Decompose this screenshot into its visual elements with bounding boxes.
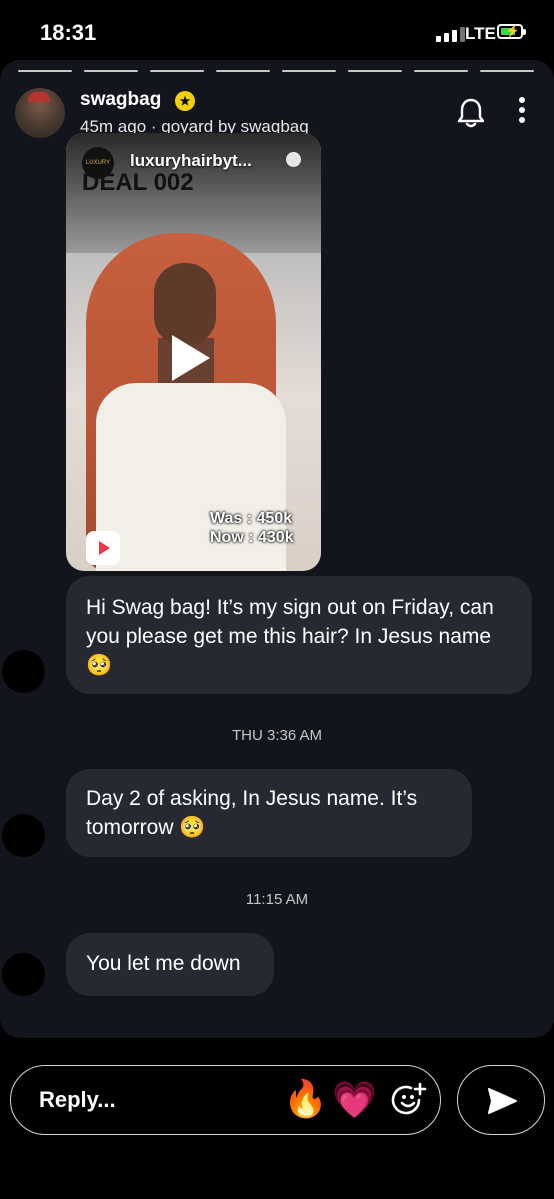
send-icon bbox=[488, 1088, 517, 1114]
play-icon[interactable] bbox=[172, 335, 210, 381]
price-now: Now : 430k bbox=[210, 529, 294, 546]
status-time: 18:31 bbox=[40, 20, 97, 45]
bell-icon[interactable] bbox=[456, 97, 486, 129]
reply-input[interactable]: Reply... 🔥 💗 bbox=[10, 1065, 441, 1135]
sender-avatar bbox=[2, 650, 45, 693]
sender-avatar bbox=[2, 814, 45, 857]
video-subject-face bbox=[154, 263, 216, 345]
price-was: Was : 450k bbox=[210, 510, 293, 527]
send-button[interactable] bbox=[457, 1065, 545, 1135]
status-bar: 18:31 LTE ⚡ bbox=[0, 0, 554, 60]
network-label: LTE bbox=[465, 24, 496, 43]
message-bubble[interactable]: Hi Swag bag! It’s my sign out on Friday,… bbox=[66, 576, 532, 694]
timestamp: 11:15 AM bbox=[245, 891, 309, 908]
fire-reaction-icon[interactable]: 🔥 bbox=[283, 1076, 328, 1122]
reel-icon[interactable] bbox=[86, 531, 120, 565]
verified-check-icon bbox=[286, 152, 301, 167]
story-progress-bar bbox=[18, 70, 534, 72]
story-panel: swagbag ★ 45m ago · goyard by swagbag LU… bbox=[0, 60, 554, 1038]
deal-label: DEAL 002 bbox=[82, 169, 194, 196]
message-bubble[interactable]: Day 2 of asking, In Jesus name. It’s tom… bbox=[66, 769, 472, 857]
heart-reaction-icon[interactable]: 💗 bbox=[332, 1078, 377, 1122]
reply-placeholder: Reply... bbox=[39, 1087, 116, 1112]
username[interactable]: swagbag bbox=[80, 89, 161, 111]
verified-star-icon: ★ bbox=[175, 91, 195, 111]
price-overlay: Was : 450k Now : 430k bbox=[210, 509, 294, 547]
timestamp: THU 3:36 AM bbox=[231, 727, 323, 744]
shared-account-name[interactable]: luxuryhairbyt... bbox=[130, 151, 252, 171]
avatar[interactable] bbox=[15, 88, 65, 138]
shared-video-post[interactable]: LUXURY luxuryhairbyt... DEAL 002 Was : 4… bbox=[66, 133, 321, 571]
more-options-icon[interactable] bbox=[512, 97, 532, 129]
add-emoji-icon[interactable] bbox=[389, 1080, 429, 1120]
signal-icon bbox=[436, 27, 465, 42]
battery-icon: ⚡ bbox=[497, 24, 526, 39]
message-bubble[interactable]: You let me down bbox=[66, 933, 274, 996]
sender-avatar bbox=[2, 953, 45, 996]
